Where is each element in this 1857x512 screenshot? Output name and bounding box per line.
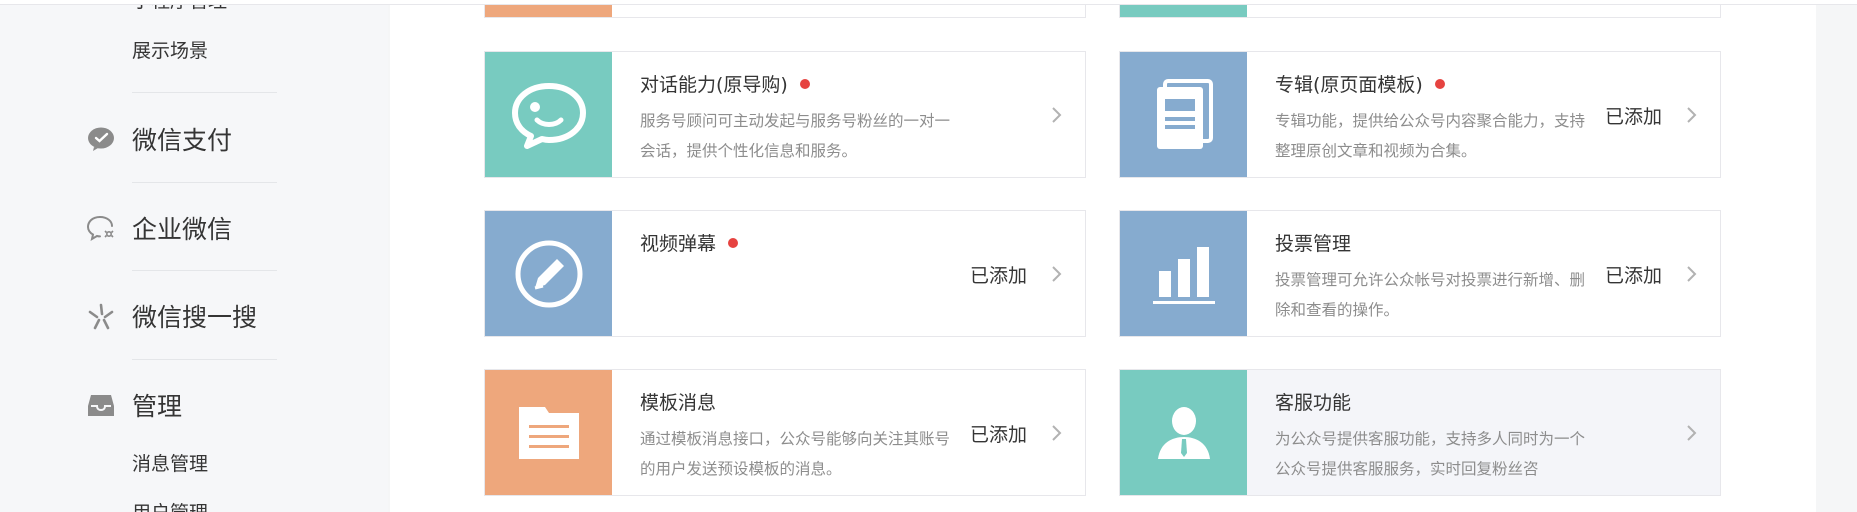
sidebar-label: 企业微信 <box>132 215 233 244</box>
sidebar-item-user-manage[interactable]: 用户管理 <box>132 498 208 512</box>
card-desc: 服务号顾问可主动发起与服务号粉丝的一对一会话，提供个性化信息和服务。 <box>640 112 951 160</box>
sidebar-label: 微信支付 <box>132 126 233 155</box>
card-title: 客服功能 <box>1275 392 1352 414</box>
plugin-card-dialog[interactable]: 对话能力(原导购) 服务号顾问可主动发起与服务号粉丝的一对一会话，提供个性化信息… <box>484 51 1086 178</box>
chat-bubble-icon <box>485 52 612 177</box>
card-title: 视频弹幕 <box>640 229 739 256</box>
new-dot <box>728 237 739 248</box>
chevron-right-icon <box>1687 266 1697 282</box>
plugin-card-customer-service[interactable]: 客服功能 为公众号提供客服功能，支持多人同时为一个公众号提供客服服务，实时回复粉… <box>1119 369 1721 496</box>
sidebar-item-wework[interactable]: 企业微信 <box>86 208 232 248</box>
sidebar-item-manage[interactable]: 管理 <box>86 385 182 425</box>
card-title: 专辑(原页面模板) <box>1275 70 1445 97</box>
sidebar-item-wechat-pay[interactable]: 微信支付 <box>86 119 232 159</box>
new-dot <box>1434 78 1445 89</box>
card-title: 投票管理 <box>1275 233 1352 255</box>
content-panel: 对话能力(原导购) 服务号顾问可主动发起与服务号粉丝的一对一会话，提供个性化信息… <box>390 0 1816 512</box>
divider <box>132 270 277 271</box>
card-desc: 专辑功能，提供给公众号内容聚合能力，支持整理原创文章和视频为合集。 <box>1275 112 1586 160</box>
chevron-right-icon <box>1687 425 1697 441</box>
card-status: 已添加 <box>969 265 1027 287</box>
divider <box>132 92 277 93</box>
album-icon <box>1120 52 1247 177</box>
chevron-right-icon <box>1052 266 1062 282</box>
plugin-card-danmaku[interactable]: 视频弹幕 已添加 <box>484 210 1086 337</box>
sidebar-label: 管理 <box>132 392 183 421</box>
chevron-right-icon <box>1687 107 1697 123</box>
wechat-pay-icon <box>86 124 116 154</box>
card-title: 对话能力(原导购) <box>640 70 810 97</box>
card-desc: 通过模板消息接口，公众号能够向关注其账号的用户发送预设模板的消息。 <box>640 430 951 478</box>
bar-chart-icon <box>1120 211 1247 336</box>
card-desc: 投票管理可允许公众帐号对投票进行新增、删除和查看的操作。 <box>1275 271 1586 319</box>
chevron-right-icon <box>1052 107 1062 123</box>
sidebar: 小程序管理 展示场景 微信支付 企业微信 微信搜一搜 管理 消息管理 用户管理 <box>0 0 388 512</box>
search-sparkle-icon <box>86 301 116 331</box>
edit-circle-icon <box>485 211 612 336</box>
plugin-card-template-msg[interactable]: 模板消息 通过模板消息接口，公众号能够向关注其账号的用户发送预设模板的消息。 已… <box>484 369 1086 496</box>
top-border <box>0 0 1857 5</box>
customer-service-icon <box>1120 370 1247 495</box>
document-icon <box>485 370 612 495</box>
wework-icon <box>86 213 116 243</box>
chevron-right-icon <box>1052 425 1062 441</box>
new-dot <box>799 78 810 89</box>
sidebar-item-msg-manage[interactable]: 消息管理 <box>132 449 208 476</box>
plugin-card-album[interactable]: 专辑(原页面模板) 专辑功能，提供给公众号内容聚合能力，支持整理原创文章和视频为… <box>1119 51 1721 178</box>
plugin-card-vote[interactable]: 投票管理 投票管理可允许公众帐号对投票进行新增、删除和查看的操作。 已添加 <box>1119 210 1721 337</box>
divider <box>132 182 277 183</box>
card-desc: 为公众号提供客服功能，支持多人同时为一个公众号提供客服服务，实时回复粉丝咨 <box>1275 430 1586 478</box>
card-status: 已添加 <box>1604 265 1662 287</box>
inbox-icon <box>86 390 116 420</box>
card-status: 已添加 <box>1604 106 1662 128</box>
sidebar-label: 微信搜一搜 <box>132 303 258 332</box>
sidebar-item-search[interactable]: 微信搜一搜 <box>86 296 257 336</box>
sidebar-item-show-scene[interactable]: 展示场景 <box>132 36 208 63</box>
divider <box>132 359 277 360</box>
card-status: 已添加 <box>969 424 1027 446</box>
card-title: 模板消息 <box>640 392 717 414</box>
